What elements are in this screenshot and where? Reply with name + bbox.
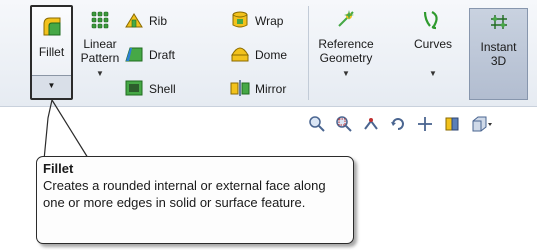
fillet-tooltip: Fillet Creates a rounded internal or ext… xyxy=(36,156,354,244)
tooltip-body: Creates a rounded internal or external f… xyxy=(43,178,326,210)
tooltip-title: Fillet xyxy=(43,161,74,176)
